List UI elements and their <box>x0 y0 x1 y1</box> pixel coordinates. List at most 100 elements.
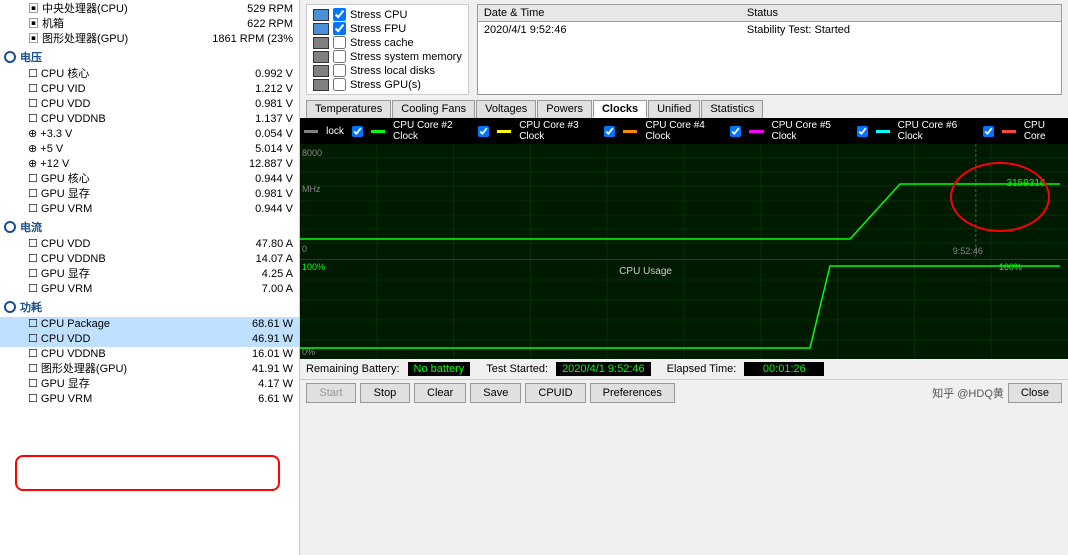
stress-cpu-item: Stress CPU <box>313 8 462 21</box>
preferences-button[interactable]: Preferences <box>590 383 675 403</box>
tabs-row: Temperatures Cooling Fans Voltages Power… <box>300 97 1068 118</box>
tab-clocks[interactable]: Clocks <box>593 100 647 118</box>
stress-options: Stress CPU Stress FPU Stress cache Stres… <box>306 4 469 95</box>
fan-cpu: ▣ 中央处理器(CPU) 529 RPM <box>0 2 299 17</box>
legend-core4-color <box>623 130 637 133</box>
stress-fpu-checkbox[interactable] <box>333 22 346 35</box>
stop-button[interactable]: Stop <box>360 383 410 403</box>
svg-text:100%: 100% <box>999 262 1022 272</box>
legend-core2-checkbox[interactable] <box>352 126 363 137</box>
svg-text:9:52:46: 9:52:46 <box>953 246 983 256</box>
status-datetime: 2020/4/1 9:52:46 <box>478 22 741 39</box>
memory-stress-icon <box>313 51 329 63</box>
tab-voltages[interactable]: Voltages <box>476 100 536 118</box>
status-row: 2020/4/1 9:52:46 Stability Test: Started <box>478 22 1061 39</box>
save-button[interactable]: Save <box>470 383 521 403</box>
power-cpu-package: ☐ CPU Package68.61 W <box>0 317 299 332</box>
power-cpu-vddnb: ☐ CPU VDDNB16.01 W <box>0 347 299 362</box>
stress-cpu-label: Stress CPU <box>350 9 407 21</box>
stress-memory-item: Stress system memory <box>313 50 462 63</box>
tab-cooling-fans[interactable]: Cooling Fans <box>392 100 475 118</box>
svg-text:8000: 8000 <box>302 148 322 158</box>
voltage-cpu-vdd: ☐ CPU VDD0.981 V <box>0 97 299 112</box>
legend-core3-color <box>497 130 511 133</box>
left-panel: ▣ 中央处理器(CPU) 529 RPM ▣ 机箱 622 RPM ▣ 图形处理… <box>0 0 300 555</box>
stress-disk-checkbox[interactable] <box>333 64 346 77</box>
elapsed-time-value: 00:01:26 <box>744 362 824 376</box>
svg-text:MHz: MHz <box>302 184 321 194</box>
power-gpu: ☐ 图形处理器(GPU)41.91 W <box>0 362 299 377</box>
bottom-info-bar: Remaining Battery: No battery Test Start… <box>300 359 1068 379</box>
legend-core3-checkbox[interactable] <box>478 126 489 137</box>
stress-memory-checkbox[interactable] <box>333 50 346 63</box>
stress-gpu-label: Stress GPU(s) <box>350 79 421 91</box>
elapsed-time-label: Elapsed Time: <box>667 363 737 375</box>
clear-button[interactable]: Clear <box>414 383 466 403</box>
close-button[interactable]: Close <box>1008 383 1062 403</box>
svg-text:3159316: 3159316 <box>1007 178 1046 189</box>
legend-core1-color <box>304 130 318 133</box>
stress-cache-item: Stress cache <box>313 36 462 49</box>
status-text: Stability Test: Started <box>741 22 1061 39</box>
watermark-text: 知乎 @HDQ黄 <box>932 385 1004 401</box>
cpu-usage-svg: 100% 0% 100% CPU Usage <box>300 260 1068 359</box>
cpu-usage-chart: 100% 0% 100% CPU Usage <box>300 259 1068 359</box>
stress-disk-item: Stress local disks <box>313 64 462 77</box>
remaining-battery-value: No battery <box>408 362 471 376</box>
tab-powers[interactable]: Powers <box>537 100 592 118</box>
stress-gpu-checkbox[interactable] <box>333 78 346 91</box>
voltage-section-header: 电压 <box>0 47 299 67</box>
voltage-3v3: ⊕ +3.3 V0.054 V <box>0 127 299 142</box>
legend-core6-label: CPU Core #6 Clock <box>898 120 975 142</box>
power-icon <box>4 301 16 313</box>
test-started-value: 2020/4/1 9:52:46 <box>556 362 651 376</box>
fpu-stress-icon <box>313 23 329 35</box>
stress-disk-label: Stress local disks <box>350 65 435 77</box>
legend-core4-checkbox[interactable] <box>604 126 615 137</box>
tab-temperatures[interactable]: Temperatures <box>306 100 391 118</box>
voltage-cpu-core: ☐ CPU 核心0.992 V <box>0 67 299 82</box>
legend-core2-color <box>371 130 385 133</box>
gpu-stress-icon <box>313 79 329 91</box>
legend-core5-checkbox[interactable] <box>730 126 741 137</box>
current-gpu-vrm: ☐ GPU VRM7.00 A <box>0 282 299 297</box>
stress-area: Stress CPU Stress FPU Stress cache Stres… <box>300 0 1068 97</box>
status-header-status: Status <box>741 5 1061 22</box>
current-section-header: 电流 <box>0 217 299 237</box>
current-icon <box>4 221 16 233</box>
legend-core7-label: CPU Core <box>1024 120 1064 142</box>
legend-core6-color <box>876 130 890 133</box>
voltage-cpu-vid: ☐ CPU VID1.212 V <box>0 82 299 97</box>
status-header-datetime: Date & Time <box>478 5 741 22</box>
current-cpu-vddnb: ☐ CPU VDDNB14.07 A <box>0 252 299 267</box>
tab-unified[interactable]: Unified <box>648 100 700 118</box>
fan-gpu: ▣ 图形处理器(GPU) 1861 RPM (23% <box>0 32 299 47</box>
stress-cpu-checkbox[interactable] <box>333 8 346 21</box>
stress-memory-label: Stress system memory <box>350 51 462 63</box>
voltage-12v: ⊕ +12 V12.887 V <box>0 157 299 172</box>
start-button[interactable]: Start <box>306 383 356 403</box>
remaining-battery-label: Remaining Battery: <box>306 363 400 375</box>
bottom-buttons-row: Start Stop Clear Save CPUID Preferences … <box>300 379 1068 407</box>
cpuid-button[interactable]: CPUID <box>525 383 585 403</box>
legend-core3-label: CPU Core #3 Clock <box>519 120 596 142</box>
power-section-header: 功耗 <box>0 297 299 317</box>
legend-core6-checkbox[interactable] <box>857 126 868 137</box>
tab-statistics[interactable]: Statistics <box>701 100 763 118</box>
voltage-icon <box>4 51 16 63</box>
voltage-5v: ⊕ +5 V5.014 V <box>0 142 299 157</box>
svg-text:100%: 100% <box>302 262 325 272</box>
voltage-cpu-vddnb: ☐ CPU VDDNB1.137 V <box>0 112 299 127</box>
cpu-stress-icon <box>313 9 329 21</box>
power-gpu-vrm: ☐ GPU VRM6.61 W <box>0 392 299 407</box>
legend-core7-color <box>1002 130 1016 133</box>
legend-core7-checkbox[interactable] <box>983 126 994 137</box>
legend-core1-label: lock <box>326 126 344 137</box>
svg-text:CPU Usage: CPU Usage <box>619 266 672 277</box>
power-gpu-mem: ☐ GPU 显存4.17 W <box>0 377 299 392</box>
current-cpu-vdd: ☐ CPU VDD47.80 A <box>0 237 299 252</box>
stress-fpu-label: Stress FPU <box>350 23 406 35</box>
voltage-gpu-core: ☐ GPU 核心0.944 V <box>0 172 299 187</box>
legend-core5-label: CPU Core #5 Clock <box>772 120 849 142</box>
stress-cache-checkbox[interactable] <box>333 36 346 49</box>
